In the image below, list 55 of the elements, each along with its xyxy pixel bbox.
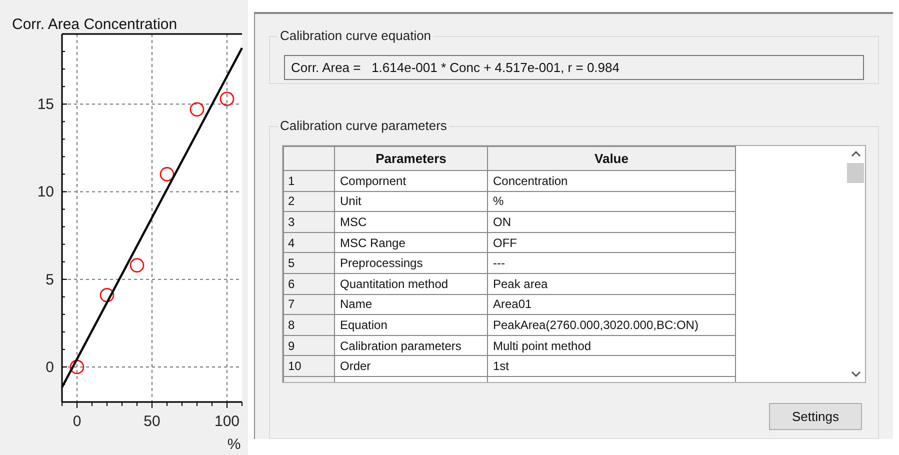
y-tick-label: 5 — [46, 271, 54, 288]
scroll-down-icon[interactable] — [850, 371, 860, 378]
row-number: 8 — [284, 314, 334, 336]
data-point — [100, 288, 114, 302]
data-point — [70, 360, 84, 374]
table-cell: % — [488, 191, 736, 212]
header-cell — [284, 146, 334, 170]
row-number: 9 — [284, 335, 334, 356]
group-title: Calibration curve equation — [278, 28, 434, 44]
equation-field: Corr. Area = 1.614e-001 * Conc + 4.517e-001, r = 0.984 — [284, 55, 864, 80]
table-cell: Equation — [334, 314, 488, 336]
scroll-up-icon[interactable] — [850, 150, 860, 157]
group-title: Calibration curve parameters — [278, 118, 449, 134]
table-cell: --- — [488, 252, 736, 274]
table-cell: Quantitation method — [334, 273, 488, 294]
table-cell: Preprocessings — [334, 252, 488, 274]
x-tick-label: 100 — [214, 413, 240, 430]
table-cell: Compornent — [334, 170, 488, 192]
table-cell: Concentration — [488, 170, 736, 192]
x-tick-label: 50 — [144, 413, 160, 430]
table-cell: MSC — [334, 212, 488, 232]
settings-button[interactable]: Settings — [769, 403, 862, 430]
table-cell: 1st — [488, 356, 736, 376]
table-cell: OFF — [488, 232, 736, 253]
table-cell: MSC Range — [334, 232, 488, 253]
column-header: Value — [488, 146, 736, 170]
row-number: 2 — [284, 191, 334, 212]
row-number: 3 — [284, 212, 334, 232]
table-cell: Area01 — [488, 294, 736, 315]
table-cell: ON — [488, 212, 736, 232]
x-axis-label: % — [227, 436, 241, 453]
row-number: 10 — [284, 356, 334, 376]
table-cell: Name — [334, 294, 488, 315]
row-number: 4 — [284, 232, 334, 253]
x-tick-label: 0 — [72, 413, 82, 430]
row-number: 6 — [284, 273, 334, 294]
row-number: 5 — [284, 252, 334, 274]
data-point — [160, 167, 174, 182]
y-tick-label: 10 — [37, 184, 54, 201]
data-point — [220, 92, 234, 106]
table-cell: PeakArea(2760.000,3020.000,BC:ON) — [488, 314, 736, 336]
row-number: 1 — [284, 170, 334, 192]
y-tick-label: 0 — [46, 358, 54, 376]
chart-title: Corr. Area Concentration — [12, 16, 178, 33]
data-point — [130, 258, 144, 272]
table-cell: Unit — [334, 191, 488, 212]
scroll-thumb[interactable] — [847, 163, 864, 183]
table-cell: Calibration parameters — [334, 335, 488, 356]
data-point — [190, 102, 204, 116]
y-tick-label: 15 — [37, 96, 54, 114]
table-cell: Multi point method — [488, 335, 736, 356]
row-number: 7 — [284, 294, 334, 315]
column-header: Parameters — [334, 146, 488, 170]
table-cell: Order — [334, 356, 488, 376]
table-cell: Peak area — [488, 273, 736, 294]
